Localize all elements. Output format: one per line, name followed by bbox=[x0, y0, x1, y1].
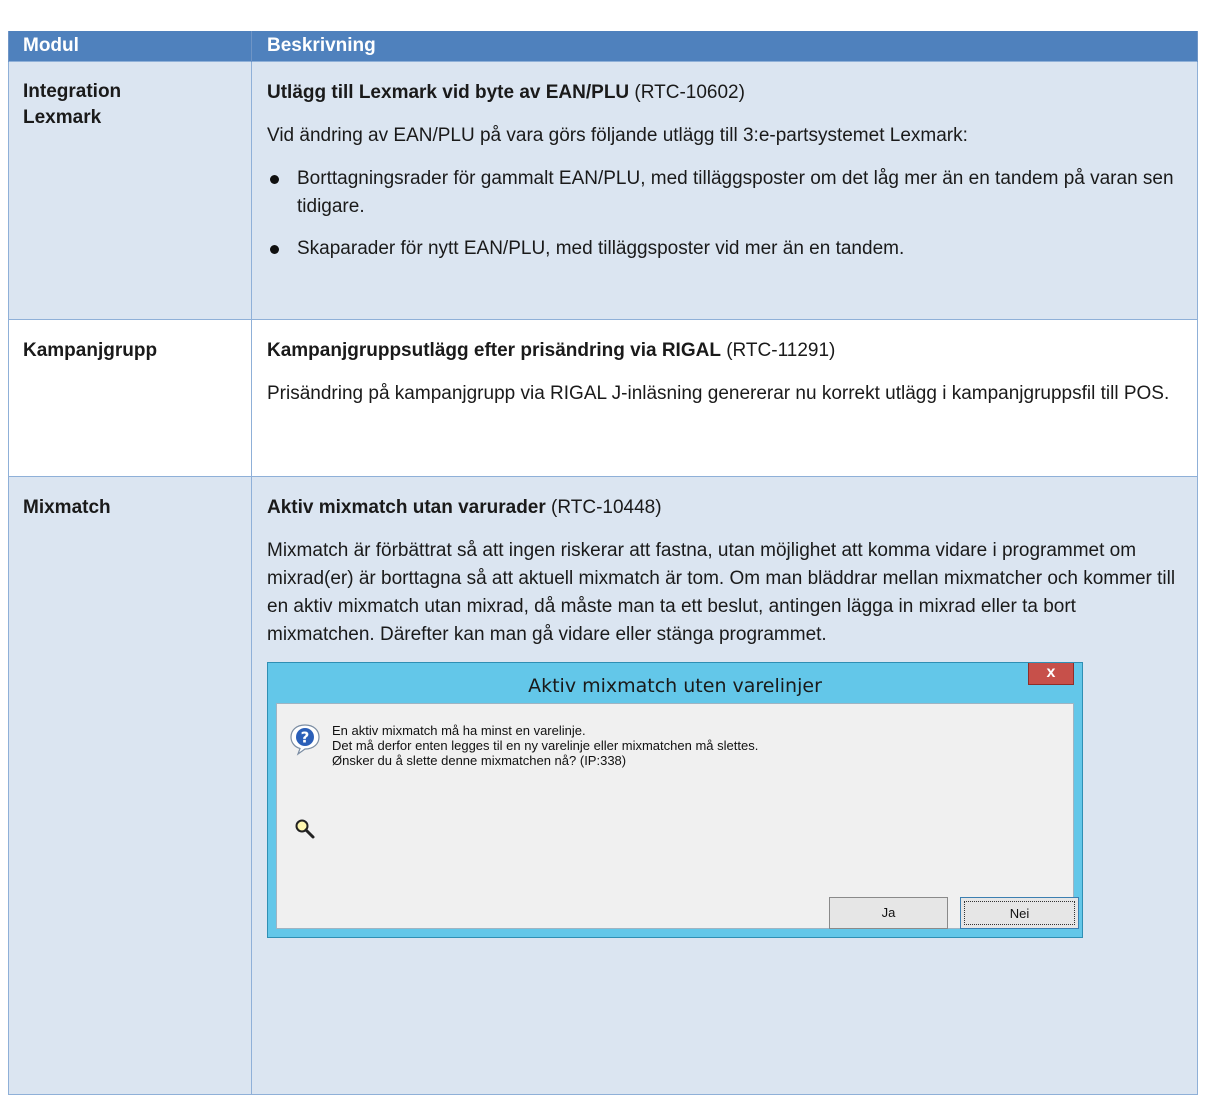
item-paragraph: Vid ändring av EAN/PLU på vara görs följ… bbox=[267, 125, 968, 146]
no-button[interactable]: Nei bbox=[960, 897, 1079, 929]
close-icon: x bbox=[1046, 664, 1056, 681]
module-name: Kampanjgrupp bbox=[23, 340, 158, 361]
dialog-message: En aktiv mixmatch må ha minst en varelin… bbox=[332, 723, 758, 768]
item-title: Aktiv mixmatch utan varurader (RTC-10448… bbox=[267, 494, 1179, 522]
list-item: Skaparader för nytt EAN/PLU, med tillägg… bbox=[267, 235, 1179, 263]
document-page: Modul Beskrivning Integration Lexmark Ut… bbox=[0, 0, 1206, 1095]
table-header-row: Modul Beskrivning bbox=[8, 31, 1198, 62]
bullet-list: Borttagningsrader för gammalt EAN/PLU, m… bbox=[267, 165, 1179, 263]
question-icon: ? bbox=[290, 724, 320, 756]
description-cell: Kampanjgruppsutlägg efter prisändring vi… bbox=[251, 319, 1198, 477]
dialog-title: Aktiv mixmatch uten varelinjer bbox=[528, 675, 822, 697]
header-description: Beskrivning bbox=[251, 31, 1198, 62]
embedded-dialog-screenshot: Aktiv mixmatch uten varelinjer x ? En ak… bbox=[267, 662, 1083, 938]
item-title: Kampanjgruppsutlägg efter prisändring vi… bbox=[267, 337, 1179, 365]
table-row: Mixmatch Aktiv mixmatch utan varurader (… bbox=[8, 476, 1198, 1095]
module-cell: Integration Lexmark bbox=[8, 61, 252, 320]
message-line: Ønsker du å slette denne mixmatchen nå? … bbox=[332, 753, 627, 768]
item-ref: (RTC-10602) bbox=[629, 82, 745, 103]
message-line: Det må derfor enten legges til en ny var… bbox=[332, 738, 759, 753]
item-paragraph: Mixmatch är förbättrat så att ingen risk… bbox=[267, 540, 1176, 645]
table-row: Kampanjgrupp Kampanjgruppsutlägg efter p… bbox=[8, 319, 1198, 477]
table-row: Integration Lexmark Utlägg till Lexmark … bbox=[8, 61, 1198, 320]
header-module: Modul bbox=[8, 31, 252, 62]
description-cell: Utlägg till Lexmark vid byte av EAN/PLU … bbox=[251, 61, 1198, 320]
module-cell: Mixmatch bbox=[8, 476, 252, 1095]
no-button-label: Nei bbox=[964, 901, 1075, 925]
message-line: En aktiv mixmatch må ha minst en varelin… bbox=[332, 723, 586, 738]
module-name: Mixmatch bbox=[23, 497, 111, 518]
yes-button[interactable]: Ja bbox=[829, 897, 948, 929]
dialog-body: ? En aktiv mixmatch må ha minst en varel… bbox=[276, 703, 1079, 929]
list-item: Borttagningsrader för gammalt EAN/PLU, m… bbox=[267, 165, 1179, 221]
module-name: Integration Lexmark bbox=[23, 81, 122, 128]
module-cell: Kampanjgrupp bbox=[8, 319, 252, 477]
close-button[interactable]: x bbox=[1028, 663, 1074, 685]
item-title-bold: Kampanjgruppsutlägg efter prisändring vi… bbox=[267, 340, 721, 361]
item-ref: (RTC-11291) bbox=[720, 340, 836, 361]
svg-text:?: ? bbox=[301, 729, 310, 747]
item-ref: (RTC-10448) bbox=[545, 497, 662, 518]
description-cell: Aktiv mixmatch utan varurader (RTC-10448… bbox=[251, 476, 1198, 1095]
item-paragraph: Prisändring på kampanjgrupp via RIGAL J-… bbox=[267, 383, 1170, 404]
magnifier-icon[interactable] bbox=[294, 818, 316, 840]
item-title: Utlägg till Lexmark vid byte av EAN/PLU … bbox=[267, 79, 1179, 107]
item-title-bold: Aktiv mixmatch utan varurader bbox=[267, 497, 546, 518]
release-notes-table: Modul Beskrivning Integration Lexmark Ut… bbox=[8, 31, 1198, 1095]
item-title-bold: Utlägg till Lexmark vid byte av EAN/PLU bbox=[267, 82, 630, 103]
